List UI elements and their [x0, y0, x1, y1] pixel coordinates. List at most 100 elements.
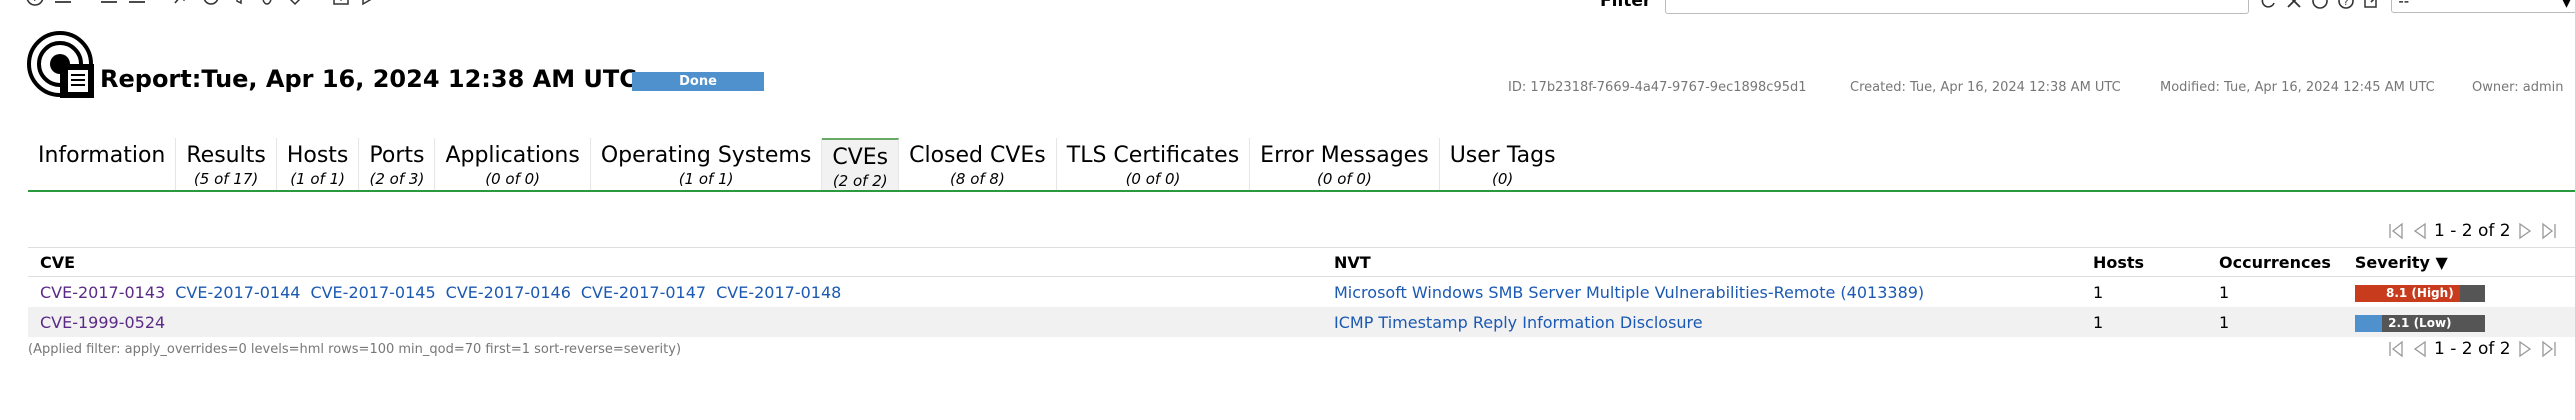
help-icon[interactable]: ? — [24, 0, 46, 8]
tab-count: (2 of 3) — [369, 170, 425, 188]
next-page-icon[interactable] — [2515, 338, 2535, 360]
tab-count: (1 of 1) — [290, 170, 345, 188]
nvt-link[interactable]: ICMP Timestamp Reply Information Disclos… — [1334, 313, 1703, 332]
tab-hosts[interactable]: Hosts (1 of 1) — [277, 138, 360, 190]
cve-table: CVE NVT Hosts Occurrences Severity ▼ CVE… — [28, 247, 2575, 337]
filter-select[interactable]: -- ▼ — [2391, 0, 2575, 13]
list-icon[interactable] — [52, 0, 74, 8]
report-owner: Owner: admin — [2472, 80, 2564, 95]
tab-count: (0 of 0) — [1317, 170, 1372, 188]
tab-information[interactable]: Information — [28, 138, 177, 190]
tab-title: Ports — [369, 143, 425, 168]
list-alt2-icon[interactable] — [126, 0, 148, 8]
first-page-icon[interactable] — [2386, 338, 2406, 360]
filter-select-value: -- — [2398, 0, 2410, 10]
first-page-icon[interactable] — [2386, 220, 2406, 242]
nvt-link[interactable]: Microsoft Windows SMB Server Multiple Vu… — [1334, 283, 1924, 302]
bug-icon[interactable] — [256, 0, 278, 8]
svg-text:?: ? — [32, 0, 38, 4]
pagination-top: 1 - 2 of 2 — [2386, 220, 2559, 242]
column-header-severity[interactable]: Severity ▼ — [2342, 247, 2575, 277]
cve-cell: CVE-1999-0524 — [28, 307, 1322, 337]
tab-user-tags[interactable]: User Tags (0) — [1440, 138, 1566, 190]
tab-title: Results — [186, 143, 266, 168]
edit-icon[interactable] — [2361, 0, 2383, 12]
cve-link[interactable]: CVE-2017-0144 — [175, 283, 300, 302]
table-row: CVE-1999-0524 ICMP Timestamp Reply Infor… — [28, 307, 2575, 337]
performance-icon[interactable] — [172, 0, 194, 8]
tab-count: (0) — [1491, 170, 1514, 188]
tab-bar: Information Results (5 of 17) Hosts (1 o… — [28, 138, 1566, 190]
previous-page-icon[interactable] — [2410, 220, 2430, 242]
tab-ports[interactable]: Ports (2 of 3) — [359, 138, 436, 190]
tab-title: CVEs — [832, 145, 889, 170]
tab-closed-cves[interactable]: Closed CVEs (8 of 8) — [899, 138, 1057, 190]
tab-count: (0 of 0) — [485, 170, 541, 188]
table-header-row: CVE NVT Hosts Occurrences Severity ▼ — [28, 247, 2575, 277]
nvt-cell: ICMP Timestamp Reply Information Disclos… — [1322, 307, 2081, 337]
hosts-cell: 1 — [2081, 307, 2207, 337]
next-page-icon[interactable] — [2515, 220, 2535, 242]
tab-count: (1 of 1) — [678, 170, 734, 188]
cve-link[interactable]: CVE-2017-0147 — [581, 283, 706, 302]
list-alt-icon[interactable] — [98, 0, 120, 8]
previous-page-icon[interactable] — [2410, 338, 2430, 360]
pagination-text: 1 - 2 of 2 — [2434, 339, 2511, 359]
tab-count: (2 of 2) — [832, 172, 888, 190]
page-title: Report:Tue, Apr 16, 2024 12:38 AM UTC — [100, 65, 637, 93]
help-icon[interactable]: ? — [2335, 0, 2357, 12]
applied-filter-text: (Applied filter: apply_overrides=0 level… — [28, 342, 682, 357]
tab-tls-certificates[interactable]: TLS Certificates (0 of 0) — [1057, 138, 1251, 190]
tab-operating-systems[interactable]: Operating Systems (1 of 1) — [591, 138, 823, 190]
tab-title: TLS Certificates — [1066, 143, 1240, 168]
status-badge: Done — [632, 72, 764, 91]
cve-link[interactable]: CVE-2017-0146 — [446, 283, 571, 302]
filter-label: Filter — [1600, 0, 1652, 11]
tab-title: Hosts — [286, 143, 349, 168]
tab-count: (0 of 0) — [1125, 170, 1181, 188]
tag-icon[interactable] — [284, 0, 306, 8]
severity-label: 8.1 (High) — [2385, 285, 2454, 300]
last-page-icon[interactable] — [2539, 220, 2559, 242]
tab-results[interactable]: Results (5 of 17) — [176, 138, 277, 190]
cve-link[interactable]: CVE-2017-0148 — [716, 283, 841, 302]
upload-icon[interactable] — [358, 0, 380, 8]
nvt-cell: Microsoft Windows SMB Server Multiple Vu… — [1322, 276, 2081, 307]
pagination-text: 1 - 2 of 2 — [2434, 221, 2511, 241]
tab-title: Applications — [445, 143, 580, 168]
occurrences-cell: 1 — [2207, 276, 2343, 307]
tab-title: Information — [38, 143, 166, 168]
last-page-icon[interactable] — [2539, 338, 2559, 360]
cve-link[interactable]: CVE-1999-0524 — [40, 313, 165, 332]
tab-applications[interactable]: Applications (0 of 0) — [435, 138, 591, 190]
column-header-hosts[interactable]: Hosts — [2081, 247, 2207, 277]
svg-text:?: ? — [2344, 0, 2349, 8]
delete-icon[interactable] — [2283, 0, 2305, 12]
download-icon[interactable] — [330, 0, 352, 8]
column-header-occurrences[interactable]: Occurrences — [2207, 247, 2343, 277]
severity-bar: 8.1 (High) — [2354, 284, 2485, 302]
filter-input[interactable] — [1665, 0, 2250, 14]
cve-link[interactable]: CVE-2017-0145 — [310, 283, 435, 302]
column-header-nvt[interactable]: NVT — [1322, 247, 2081, 277]
tab-title: Closed CVEs — [909, 143, 1046, 168]
refresh-icon[interactable] — [2257, 0, 2279, 12]
tab-error-messages[interactable]: Error Messages (0 of 0) — [1250, 138, 1440, 190]
tab-cves[interactable]: CVEs (2 of 2) — [822, 138, 900, 190]
reset-icon[interactable] — [2309, 0, 2331, 12]
tab-count: (5 of 17) — [193, 170, 259, 188]
tab-count: (8 of 8) — [950, 170, 1005, 188]
filter-bar: Filter ? -- ▼ — [1600, 0, 2575, 16]
report-id: ID: 17b2318f-7669-4a47-9767-9ec1898c95d1 — [1508, 80, 1807, 95]
table-row: CVE-2017-0143 CVE-2017-0144 CVE-2017-0145 C… — [28, 276, 2575, 307]
report-logo-icon — [26, 30, 94, 98]
severity-cell: 8.1 (High) — [2342, 276, 2575, 307]
tab-title: User Tags — [1449, 143, 1556, 168]
filter-icon[interactable] — [228, 0, 250, 8]
column-header-cve[interactable]: CVE — [28, 247, 1322, 277]
cve-link[interactable]: CVE-2017-0143 — [40, 283, 165, 302]
tab-title: Operating Systems — [600, 143, 812, 168]
report-created: Created: Tue, Apr 16, 2024 12:38 AM UTC — [1850, 80, 2121, 95]
report-modified: Modified: Tue, Apr 16, 2024 12:45 AM UTC — [2160, 80, 2435, 95]
delta-icon[interactable] — [200, 0, 222, 8]
